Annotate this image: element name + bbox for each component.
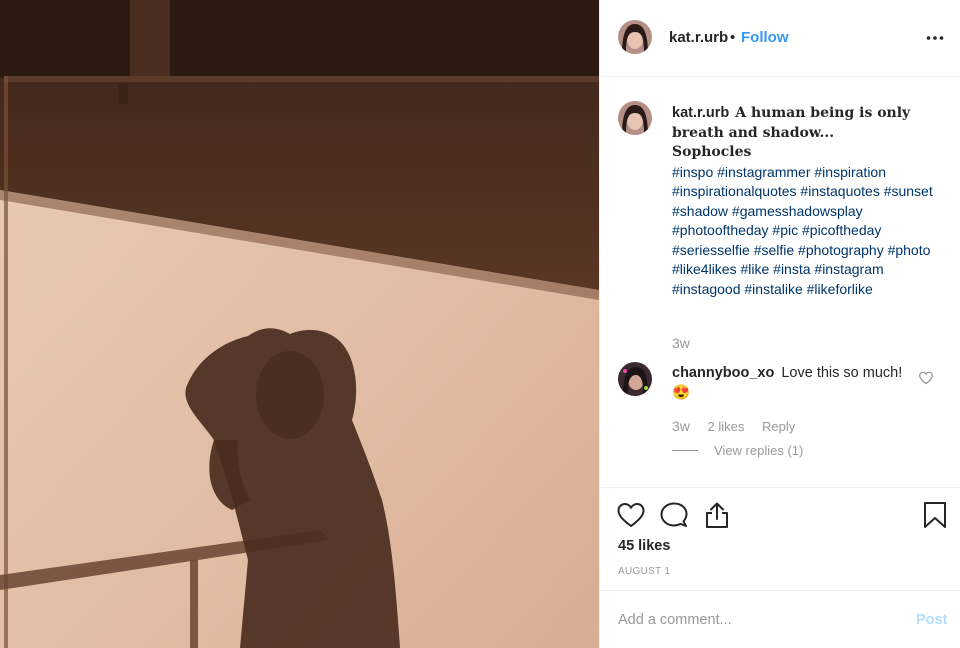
follow-button[interactable]: Follow: [741, 29, 789, 46]
post-photo[interactable]: [0, 0, 599, 648]
comment-username[interactable]: channyboo_xo: [672, 365, 774, 381]
comment-emoji: 😍: [672, 385, 691, 401]
avatar-image: [618, 101, 652, 135]
post-date[interactable]: AUGUST 1: [618, 566, 670, 577]
add-comment-bar: Post: [600, 590, 960, 648]
heart-icon[interactable]: [616, 500, 646, 530]
commenter-avatar[interactable]: [618, 362, 652, 396]
avatar-image: [618, 20, 652, 54]
header-username[interactable]: kat.r.urb: [669, 29, 728, 46]
caption-avatar[interactable]: [618, 101, 652, 135]
more-horizontal-icon[interactable]: [925, 28, 945, 48]
caption-author: Sophocles: [672, 144, 752, 160]
comment-text: channyboo_xo Love this so much! 😍: [672, 363, 912, 403]
comment-likes[interactable]: 2 likes: [708, 419, 745, 434]
heart-outline-icon[interactable]: [918, 370, 934, 386]
view-replies-label: View replies (1): [714, 443, 804, 458]
comment-icon[interactable]: [659, 500, 689, 530]
share-icon[interactable]: [702, 500, 732, 530]
comments-section: kat.r.urb A human being is only breath a…: [600, 78, 960, 486]
avatar[interactable]: [618, 20, 652, 54]
comment-timestamp[interactable]: 3w: [672, 418, 690, 434]
caption-hashtags[interactable]: #inspo #instagrammer #inspiration #inspi…: [672, 163, 942, 300]
reply-button[interactable]: Reply: [762, 419, 795, 434]
comment-meta: 3w 2 likes Reply: [672, 418, 809, 434]
caption-username[interactable]: kat.r.urb: [672, 105, 729, 121]
post-side-panel: kat.r.urb • Follow kat.r.urb A human bei…: [599, 0, 960, 648]
comment-body: Love this so much!: [781, 365, 903, 381]
likes-count[interactable]: 45 likes: [618, 538, 670, 554]
caption-timestamp[interactable]: 3w: [672, 335, 690, 351]
view-replies-button[interactable]: View replies (1): [672, 443, 803, 458]
replies-divider: [672, 450, 698, 451]
shadow-photo-image: [0, 0, 599, 648]
post-actions: 45 likes AUGUST 1: [600, 487, 960, 587]
add-comment-input[interactable]: [618, 607, 898, 633]
caption-text: kat.r.urb A human being is only breath a…: [672, 104, 942, 299]
post-header: kat.r.urb • Follow: [600, 0, 960, 77]
avatar-image: [618, 362, 652, 396]
header-separator: •: [730, 29, 736, 46]
post-comment-button[interactable]: Post: [916, 612, 947, 628]
bookmark-icon[interactable]: [920, 500, 950, 530]
